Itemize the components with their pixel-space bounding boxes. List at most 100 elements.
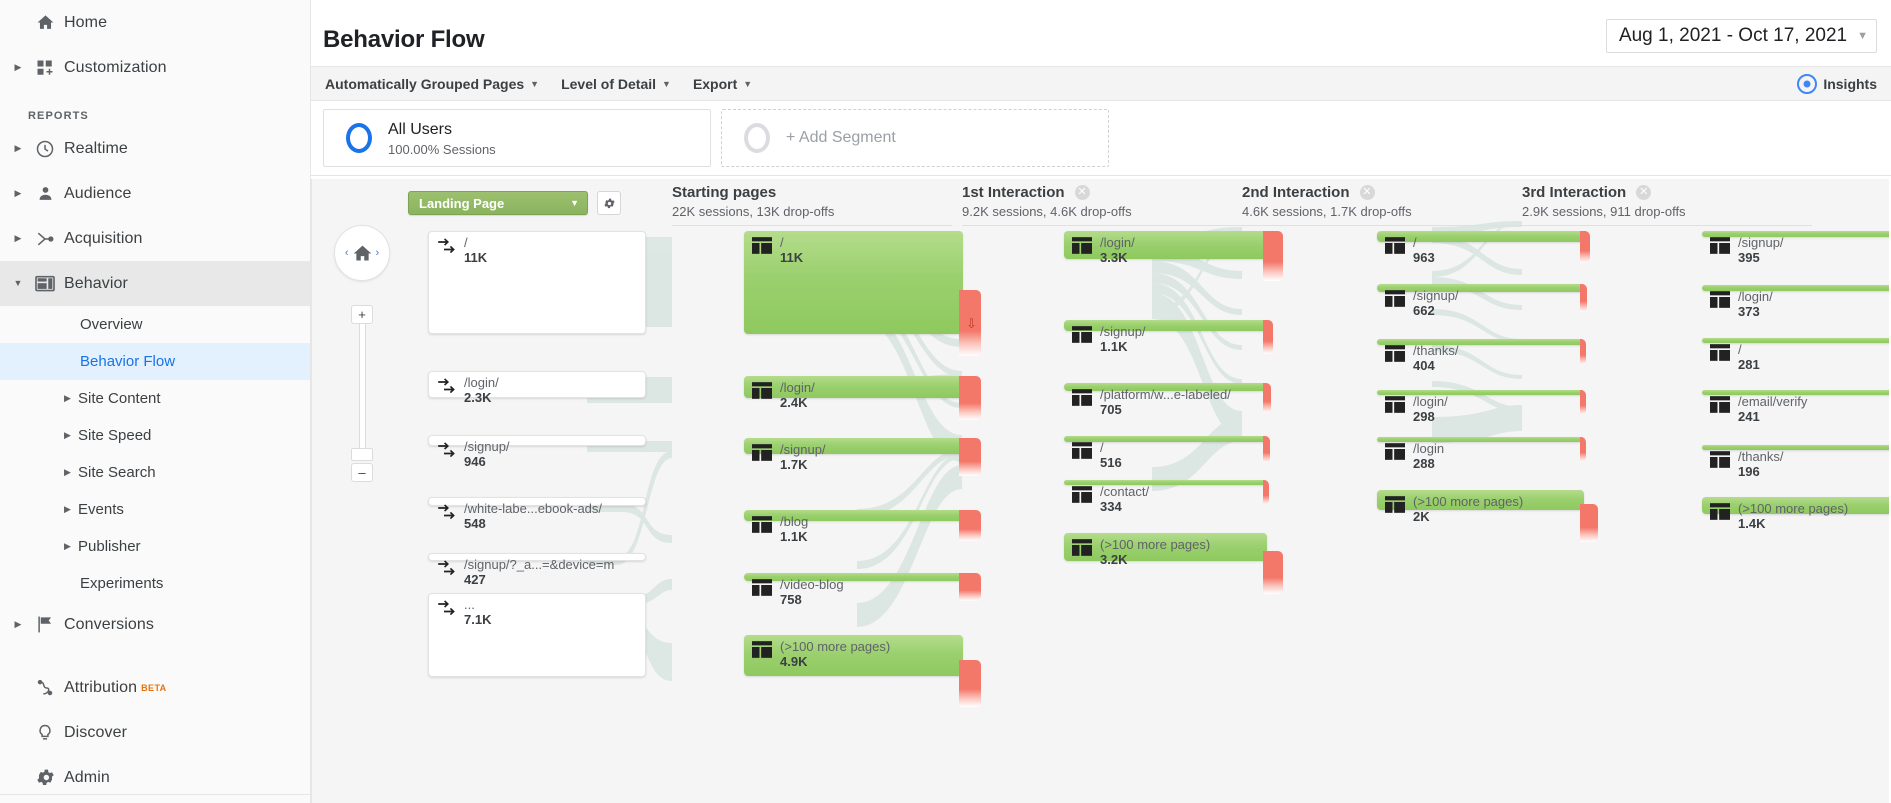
drop-off-bar — [1263, 436, 1270, 463]
column-header-2nd-interaction: 2nd Interaction ✕ 4.6K sessions, 1.7K dr… — [1242, 184, 1412, 219]
node-value: 427 — [464, 572, 486, 587]
node-label: /white-labe...ebook-ads/ — [464, 501, 603, 516]
sidebar-subitem-label: Events — [78, 501, 124, 518]
sidebar-item-attribution[interactable]: Attribution BETA — [0, 665, 310, 710]
zoom-in-button[interactable]: + — [351, 305, 373, 324]
gear-icon — [603, 198, 615, 208]
node-bar — [744, 438, 963, 454]
flow-home-button[interactable]: ‹ › — [334, 225, 390, 281]
node-bar — [1377, 231, 1584, 242]
sidebar-item-discover[interactable]: Discover — [0, 710, 310, 755]
node-value: 196 — [1738, 464, 1760, 479]
zoom-out-button[interactable]: – — [351, 463, 373, 482]
node-bar — [744, 573, 963, 581]
sidebar-item-publisher[interactable]: ▶ Publisher — [0, 528, 310, 565]
sidebar-item-label: Attribution — [64, 678, 138, 696]
node-label: /thanks/ — [1413, 343, 1459, 358]
chevron-left-icon[interactable]: ‹ — [345, 247, 349, 259]
sidebar-subitem-label: Site Speed — [78, 427, 152, 444]
node-label: /signup/ — [1413, 288, 1459, 303]
sidebar-item-site-speed[interactable]: ▶ Site Speed — [0, 417, 310, 454]
dimension-select[interactable]: Landing Page ▼ — [408, 191, 588, 215]
date-range-picker[interactable]: Aug 1, 2021 - Oct 17, 2021 ▼ — [1605, 19, 1877, 53]
node-value: 1.7K — [780, 457, 808, 472]
behavior-flow-canvas[interactable]: Landing Page ▼ Starting pages 22K sessio… — [311, 179, 1889, 803]
zoom-thumb[interactable] — [351, 448, 373, 461]
sidebar-item-home[interactable]: Home — [0, 0, 310, 45]
node-label: /login/ — [1738, 289, 1773, 304]
sidebar-item-events[interactable]: ▶ Events — [0, 491, 310, 528]
grouping-dropdown[interactable]: Automatically Grouped Pages ▼ — [325, 76, 539, 92]
close-icon[interactable]: ✕ — [1636, 185, 1652, 200]
close-icon[interactable]: ✕ — [1074, 185, 1090, 200]
add-segment-label: + Add Segment — [786, 129, 896, 146]
close-icon[interactable]: ✕ — [1359, 185, 1375, 200]
chevron-right-icon: ▶ — [64, 504, 71, 514]
dimension-settings-button[interactable] — [597, 191, 621, 215]
sidebar-item-acquisition[interactable]: ▶ Acquisition — [0, 216, 310, 261]
landing-page-icon — [436, 237, 457, 262]
chevron-right-icon: ▶ — [64, 467, 71, 477]
column-rule — [1242, 225, 1522, 226]
zoom-track[interactable] — [358, 324, 366, 450]
page-icon — [752, 237, 772, 259]
landing-page-icon — [436, 441, 457, 466]
page-icon — [1072, 539, 1092, 561]
page-icon — [1385, 290, 1405, 312]
sidebar-item-site-search[interactable]: ▶ Site Search — [0, 454, 310, 491]
sidebar-item-experiments[interactable]: Experiments — [0, 565, 310, 602]
level-of-detail-dropdown[interactable]: Level of Detail ▼ — [561, 76, 671, 92]
node-bar — [1064, 436, 1267, 442]
sidebar-item-site-content[interactable]: ▶ Site Content — [0, 380, 310, 417]
node-label: /platform/w...e-labeled/ — [1100, 387, 1231, 402]
column-title: 1st Interaction ✕ — [962, 184, 1132, 201]
node-value: 288 — [1413, 456, 1435, 471]
node-bar — [428, 231, 646, 334]
dimension-select-label: Landing Page — [419, 195, 505, 211]
clock-icon — [26, 139, 64, 159]
flow-zoom-slider[interactable]: + – — [351, 305, 373, 482]
column-subtitle: 2.9K sessions, 911 drop-offs — [1522, 204, 1686, 219]
add-segment-button[interactable]: + Add Segment — [721, 109, 1109, 167]
sidebar-item-label: Audience — [64, 184, 132, 202]
sidebar-item-overview[interactable]: Overview — [0, 306, 310, 343]
node-value: 2.3K — [464, 390, 492, 405]
beta-badge: BETA — [141, 682, 167, 693]
level-of-detail-label: Level of Detail — [561, 75, 657, 92]
segment-all-users[interactable]: All Users 100.00% Sessions — [323, 109, 711, 167]
node-value: 3.2K — [1100, 552, 1128, 567]
page-icon — [1385, 345, 1405, 367]
node-label: /signup/ — [464, 439, 510, 454]
page-icon — [752, 444, 772, 466]
chevron-down-icon: ▼ — [1857, 30, 1868, 42]
sidebar-item-behavior[interactable]: ▼ Behavior — [0, 261, 310, 306]
node-label: / — [1738, 342, 1742, 357]
node-label: /blog — [780, 514, 809, 529]
node-label: / — [1100, 440, 1104, 455]
sidebar-item-behavior-flow[interactable]: Behavior Flow — [0, 343, 310, 380]
node-label: /login — [1413, 441, 1445, 456]
column-subtitle: 22K sessions, 13K drop-offs — [672, 204, 835, 219]
sidebar-item-audience[interactable]: ▶ Audience — [0, 171, 310, 216]
customization-icon — [26, 59, 64, 77]
sidebar-item-customization[interactable]: ▶ Customization — [0, 45, 310, 90]
node-value: 548 — [464, 516, 486, 531]
behavior-flow-canvas-wrap: Landing Page ▼ Starting pages 22K sessio… — [311, 179, 1891, 803]
node-bar — [1377, 284, 1584, 292]
node-label: /login/ — [780, 380, 815, 395]
sidebar-item-realtime[interactable]: ▶ Realtime — [0, 126, 310, 171]
attribution-icon — [26, 678, 64, 698]
drop-off-bar — [1580, 390, 1586, 415]
gear-icon — [26, 767, 64, 788]
page-icon — [1072, 486, 1092, 508]
sidebar-item-conversions[interactable]: ▶ Conversions — [0, 602, 310, 647]
node-bar — [1064, 480, 1267, 485]
node-value: 334 — [1100, 499, 1122, 514]
chevron-right-icon[interactable]: › — [376, 247, 380, 259]
segment-ring-icon — [346, 123, 372, 153]
node-value: 1.1K — [1100, 339, 1128, 354]
export-dropdown[interactable]: Export ▼ — [693, 76, 752, 92]
column-header-1st-interaction: 1st Interaction ✕ 9.2K sessions, 4.6K dr… — [962, 184, 1132, 219]
insights-button[interactable]: Insights — [1797, 73, 1877, 94]
